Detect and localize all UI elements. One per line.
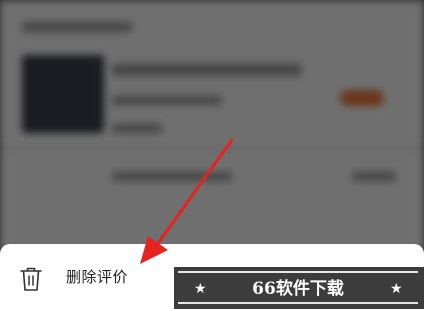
watermark-text: 66软件下载 bbox=[252, 279, 344, 299]
watermark-border: ★ 66软件下载 ★ bbox=[178, 271, 418, 304]
star-icon: ★ bbox=[194, 281, 207, 297]
screen: 删除评价 ★ 66软件下载 ★ bbox=[0, 0, 424, 309]
trash-icon bbox=[20, 266, 42, 292]
star-icon: ★ bbox=[390, 281, 403, 297]
site-watermark: ★ 66软件下载 ★ bbox=[174, 267, 424, 309]
delete-review-label: 删除评价 bbox=[66, 268, 129, 286]
